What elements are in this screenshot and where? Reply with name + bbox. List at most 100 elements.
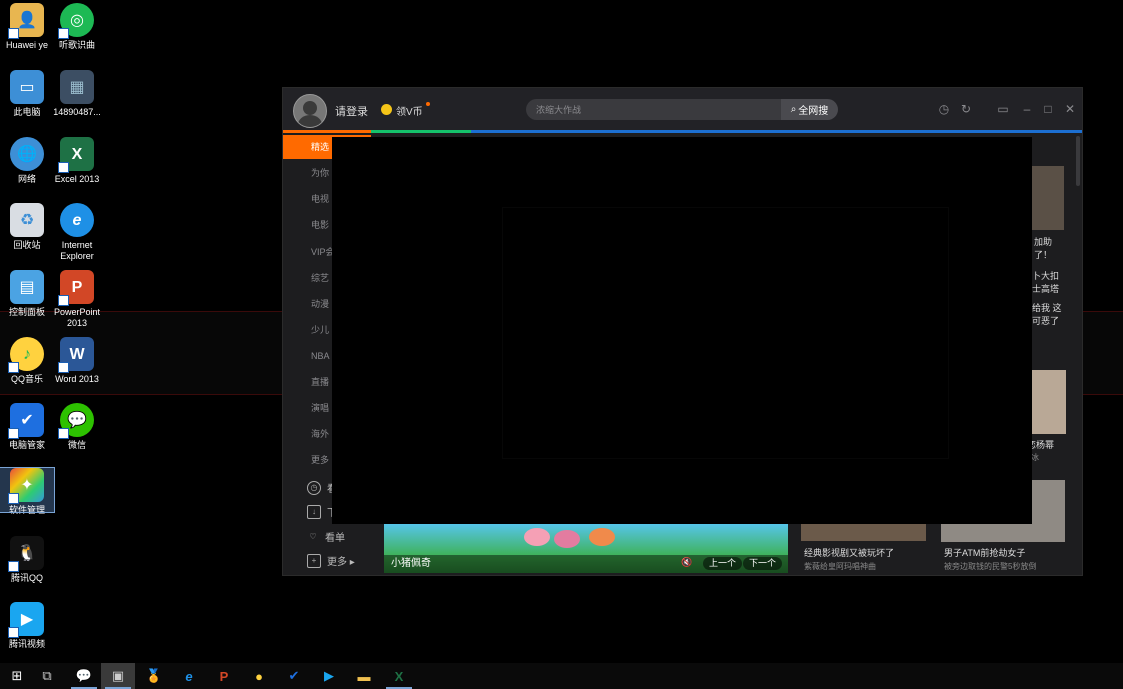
qq-music-icon: ♪ [8, 337, 44, 373]
card-text-fragment: 了！ [1034, 250, 1053, 260]
taskbar: ⊞ ⧉ 💬 ▣ 🏅 e P ● ✔ ▶ ▬ X [0, 663, 1123, 689]
desktop-icon-recycle-bin[interactable]: ♻ 回收站 [0, 203, 54, 251]
featured-banner[interactable]: 小猪佩奇 🔇 上一个 下一个 [384, 524, 788, 573]
coin-icon [381, 104, 392, 115]
desktop-icon-powerpoint[interactable]: P PowerPoint 2013 [50, 270, 104, 329]
search-input[interactable] [526, 99, 781, 120]
desktop-icon-label: 控制面板 [8, 307, 45, 317]
desktop-icon-image-file[interactable]: ▦ 14890487... [50, 70, 104, 118]
desktop-icon-label: Excel 2013 [54, 174, 100, 184]
search-icon: ⌕ [790, 104, 797, 115]
scrollbar[interactable] [1076, 136, 1080, 186]
task-view-icon[interactable]: ⧉ [30, 663, 64, 689]
computer-icon: ▭ [10, 70, 44, 104]
sidebar-more-label: 更多 ▸ [327, 557, 355, 568]
desktop-icon-label: 网络 [17, 174, 36, 184]
desktop-icon-qq-music[interactable]: ♪ QQ音乐 [0, 337, 54, 385]
desktop-icon-label: 腾讯QQ [10, 573, 43, 583]
card-text-fragment: 加助 [1034, 237, 1053, 247]
card-subtitle: 紫薇给皇阿玛唱神曲 [804, 562, 876, 571]
media-icon[interactable]: ▣ [101, 663, 135, 689]
qq-icon: 🐧 [8, 536, 44, 572]
login-link[interactable]: 请登录 [335, 103, 368, 119]
desktop-icon-tencent-video[interactable]: ▶ 腾讯视频 [0, 602, 54, 650]
excel-icon[interactable]: X [382, 663, 416, 689]
pc-manager-icon: ✔ [8, 403, 44, 439]
sidebar-watchlist-label: 看单 [325, 533, 345, 544]
sidebar-watchlist[interactable]: ♡ 看单 [307, 529, 345, 545]
pc-manager-icon[interactable]: ✔ [277, 663, 311, 689]
card-title[interactable]: 经典影视剧又被玩坏了 [804, 546, 894, 559]
refresh-icon[interactable]: ↻ [959, 102, 973, 116]
banner-art [554, 530, 580, 548]
card-text-fragment: 卜大扣 [1032, 271, 1060, 281]
tencent-video-icon: ▶ [8, 602, 44, 638]
desktop-icon-huawei[interactable]: 👤 Huawei ye [0, 3, 54, 51]
history-icon[interactable]: ◷ [937, 102, 951, 116]
card-text-fragment: 士高塔 [1032, 284, 1060, 294]
desktop-icon-label: 此电脑 [13, 107, 41, 117]
network-icon: 🌐 [10, 137, 44, 171]
desktop-icon-ie[interactable]: e Internet Explorer [50, 203, 104, 262]
desktop-icon-label: 软件管理 [8, 505, 45, 515]
card-title[interactable]: 男子ATM前抢劫女子 [944, 546, 1025, 559]
search-all-button[interactable]: ⌕ 全网搜 [781, 99, 838, 120]
avatar[interactable] [293, 94, 327, 128]
blank-overlay-panel[interactable] [332, 137, 1032, 524]
desktop-icon-word[interactable]: W Word 2013 [50, 337, 104, 385]
desktop-icon-qq[interactable]: 🐧 腾讯QQ [0, 536, 54, 584]
image-file-icon: ▦ [60, 70, 94, 104]
qq-music-icon[interactable]: ● [242, 663, 276, 689]
desktop-icon-this-pc[interactable]: ▭ 此电脑 [0, 70, 54, 118]
file-explorer-icon[interactable]: ▬ [347, 663, 381, 689]
desktop-icon-software-manager[interactable]: ✦ 软件管理 [0, 467, 55, 515]
desktop-icon-label: Word 2013 [55, 374, 99, 384]
next-button[interactable]: 下一个 [743, 557, 783, 570]
close-icon[interactable]: ✕ [1063, 102, 1077, 116]
medal-icon[interactable]: 🏅 [137, 663, 171, 689]
minimize-icon[interactable]: – [1020, 102, 1034, 116]
tencent-video-icon[interactable]: ▶ [312, 663, 346, 689]
powerpoint-icon[interactable]: P [207, 663, 241, 689]
desktop-icon-label: 14890487... [53, 107, 101, 117]
desktop-icon-control-panel[interactable]: ▤ 控制面板 [0, 270, 54, 318]
add-icon: + [307, 553, 321, 568]
desktop-icon-label: 微信 [67, 440, 86, 450]
heart-list-icon: ♡ [309, 531, 317, 541]
desktop-icon-excel[interactable]: X Excel 2013 [50, 137, 104, 185]
start-icon[interactable]: ⊞ [0, 663, 34, 689]
wechat-icon[interactable]: 💬 [67, 663, 101, 689]
desktop-icon-pc-manager[interactable]: ✔ 电脑管家 [0, 403, 54, 451]
download-icon: ↓ [307, 504, 321, 519]
powerpoint-icon: P [58, 270, 94, 306]
control-panel-icon: ▤ [10, 270, 44, 304]
card-text-fragment: 冰 [1031, 453, 1039, 462]
desktop-icon-music-recognition[interactable]: ◎ 听歌识曲 [50, 3, 104, 51]
desktop-icon-label: QQ音乐 [10, 374, 43, 384]
notification-dot [426, 102, 430, 106]
banner-art [589, 528, 615, 546]
message-icon[interactable]: ▭ [996, 102, 1010, 116]
ie-icon[interactable]: e [172, 663, 206, 689]
thumbnail[interactable] [1031, 370, 1066, 434]
sidebar-more[interactable]: + 更多 ▸ [307, 553, 355, 568]
overlay-inner [502, 207, 949, 459]
card-text-fragment: 给我 这 [1032, 303, 1062, 313]
card-text-fragment: 可恶了 [1032, 316, 1060, 326]
excel-icon: X [58, 137, 94, 173]
desktop-icon-label: PowerPoint 2013 [53, 307, 101, 328]
maximize-icon[interactable]: □ [1041, 102, 1055, 116]
card-subtitle: 被旁边取钱的民警5秒放倒 [944, 562, 1037, 571]
banner-art [524, 528, 550, 546]
prev-button[interactable]: 上一个 [703, 557, 743, 570]
desktop-icon-label: 腾讯视频 [8, 639, 45, 649]
desktop-icon-network[interactable]: 🌐 网络 [0, 137, 54, 185]
mute-icon[interactable]: 🔇 [681, 557, 692, 568]
thumbnail[interactable] [1032, 166, 1064, 230]
desktop-icon-label: 回收站 [13, 240, 41, 250]
vcoin-link[interactable]: 领V币 [396, 103, 423, 118]
desktop-icon-wechat[interactable]: 💬 微信 [50, 403, 104, 451]
software-manager-icon: ✦ [8, 468, 44, 504]
ie-icon: e [60, 203, 94, 237]
card-thumbnail[interactable] [801, 524, 926, 541]
